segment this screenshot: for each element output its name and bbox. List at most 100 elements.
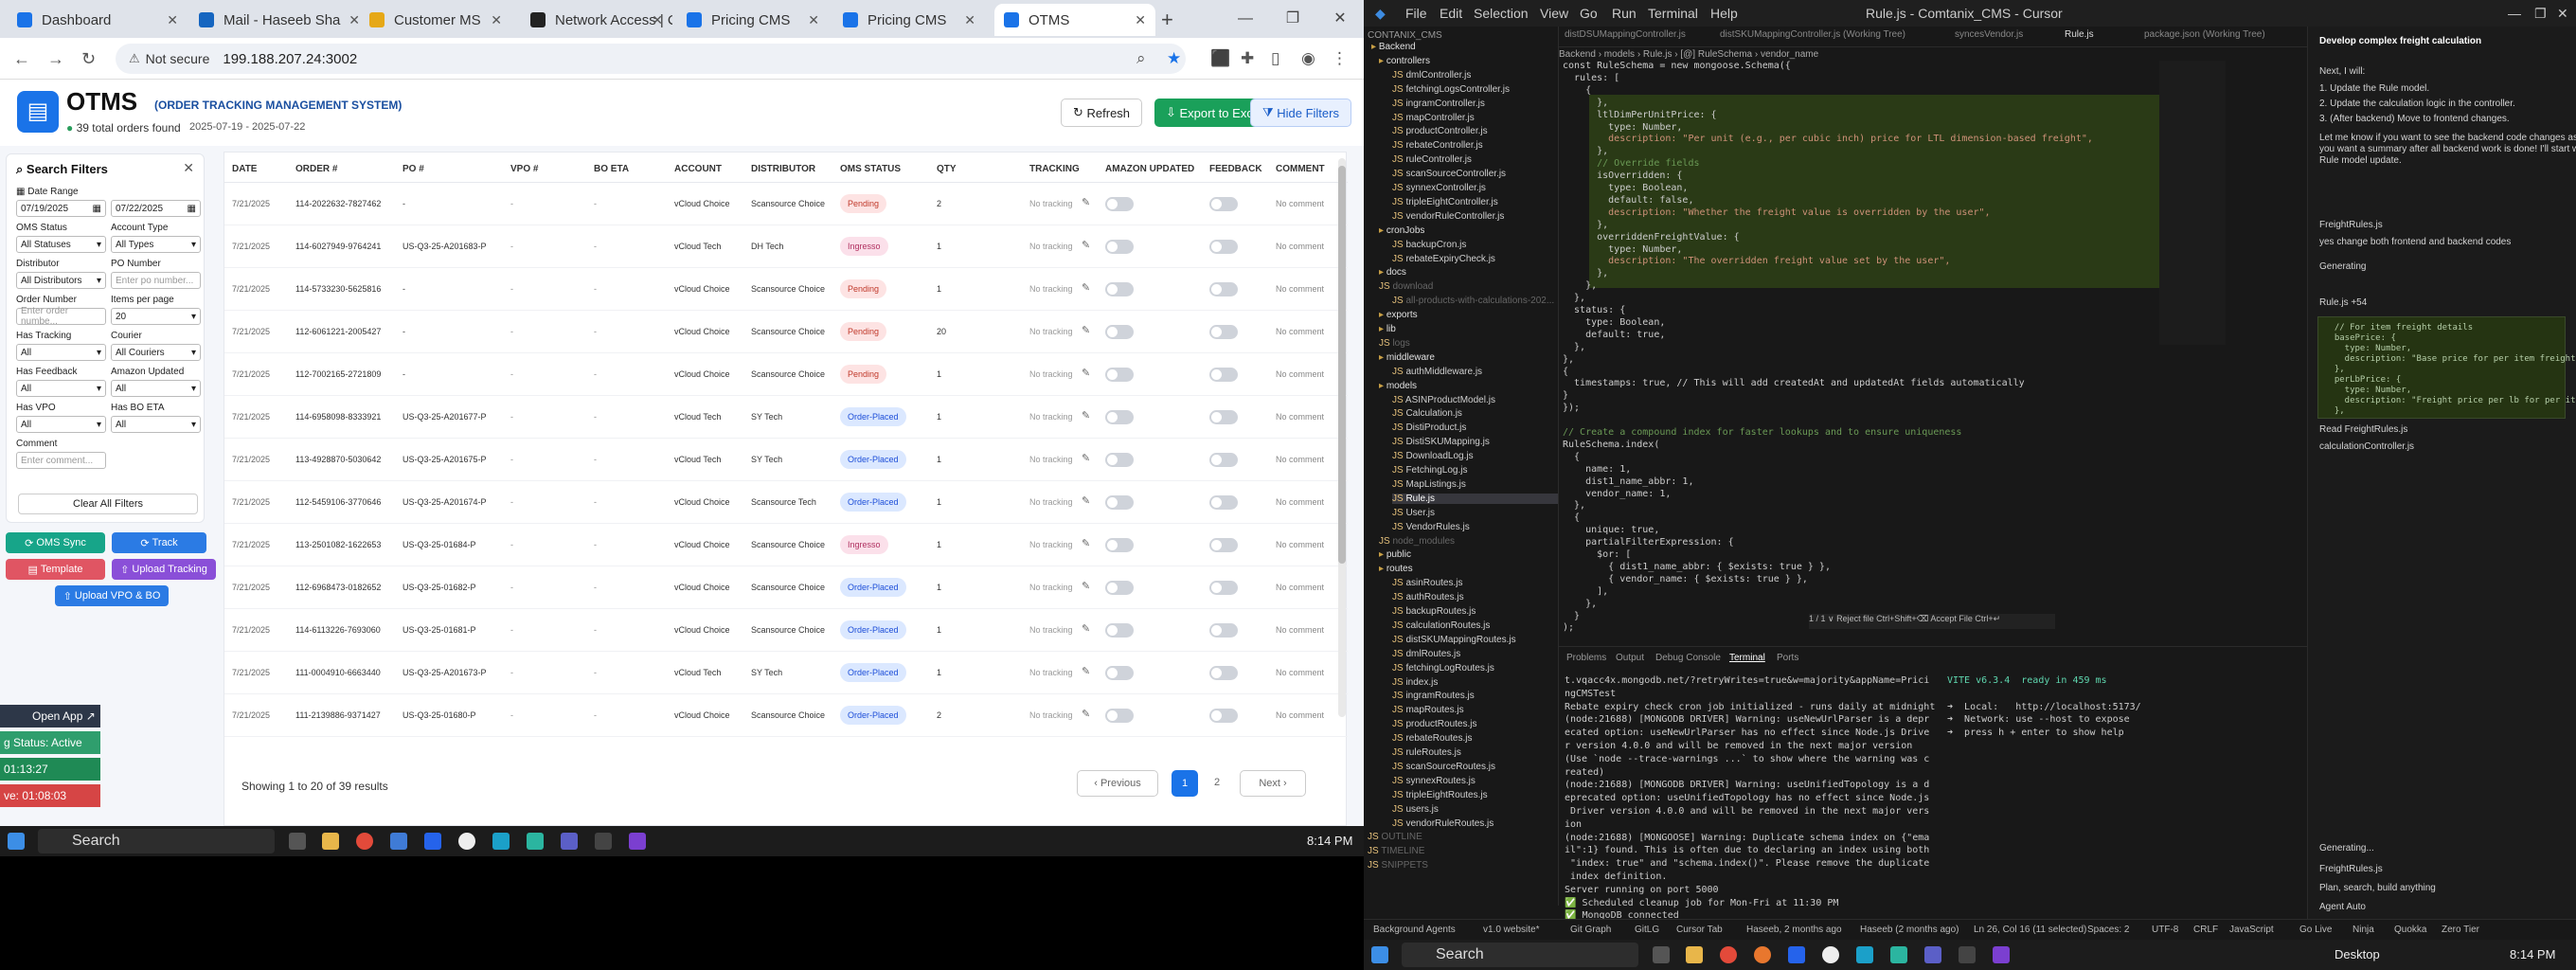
- table-row[interactable]: 7/21/2025 114-5733230-5625816 - - - vCloud Ch…: [224, 268, 1348, 311]
- cell-order[interactable]: 111-0004910-6663440: [295, 668, 381, 677]
- explorer-file[interactable]: JS synnexRoutes.js: [1392, 776, 1476, 786]
- teams-icon[interactable]: [1924, 946, 1941, 963]
- code-line[interactable]: $or: [: [1563, 549, 1631, 563]
- cell-order[interactable]: 112-5459106-3770646: [295, 497, 381, 507]
- explorer-file[interactable]: JS scanSourceController.js: [1392, 169, 1506, 179]
- new-tab-button[interactable]: +: [1161, 8, 1173, 32]
- items-per-page-select[interactable]: 20 ▾: [111, 308, 201, 325]
- profile-icon[interactable]: ◉: [1301, 49, 1315, 68]
- explorer-file[interactable]: JS rebateExpiryCheck.js: [1392, 254, 1495, 264]
- minimize-icon[interactable]: —: [1222, 0, 1269, 38]
- zoom-icon[interactable]: ⌕: [1136, 49, 1146, 68]
- cell-comment[interactable]: No comment: [1276, 199, 1324, 208]
- explorer-file[interactable]: JS authRoutes.js: [1392, 592, 1464, 602]
- code-line[interactable]: unique: true,: [1563, 525, 1659, 538]
- amazon-updated-toggle[interactable]: [1105, 368, 1134, 382]
- code-line[interactable]: description: "Per unit (e.g., per cubic …: [1563, 134, 2093, 147]
- has-feedback-select[interactable]: All ▾: [16, 380, 106, 397]
- col-po[interactable]: PO #: [402, 164, 424, 174]
- explorer-file[interactable]: JS FetchingLog.js: [1392, 465, 1468, 476]
- app-icon[interactable]: [390, 833, 407, 850]
- editor-tab[interactable]: distSKUMappingController.js (Working Tre…: [1720, 29, 1905, 40]
- feedback-toggle[interactable]: [1209, 538, 1238, 552]
- explorer-file[interactable]: JS asinRoutes.js: [1392, 578, 1462, 588]
- explorer-folder[interactable]: ▸ public: [1379, 549, 1411, 560]
- minimap[interactable]: [2159, 61, 2226, 345]
- amazon-updated-toggle[interactable]: [1105, 453, 1134, 467]
- cell-comment[interactable]: No comment: [1276, 583, 1324, 592]
- menu-go[interactable]: Go: [1580, 6, 1598, 21]
- clock-right[interactable]: 8:14 PM: [2510, 947, 2555, 961]
- explorer-file[interactable]: JS vendorRuleController.js: [1392, 211, 1504, 222]
- code-line[interactable]: },: [1563, 354, 1574, 368]
- edit-pencil-icon[interactable]: ✎: [1082, 537, 1090, 549]
- cell-comment[interactable]: No comment: [1276, 412, 1324, 422]
- edit-pencil-icon[interactable]: ✎: [1082, 239, 1090, 251]
- browser-tab-otms[interactable]: OTMS ✕: [994, 4, 1155, 36]
- code-line[interactable]: default: true,: [1563, 330, 1665, 343]
- cell-comment[interactable]: No comment: [1276, 497, 1324, 507]
- explorer-file[interactable]: JS Rule.js: [1392, 493, 1558, 504]
- table-row[interactable]: 7/21/2025 114-6958098-8333921 US-Q3-25-A20…: [224, 396, 1348, 439]
- edit-pencil-icon[interactable]: ✎: [1082, 409, 1090, 422]
- code-line[interactable]: },: [1563, 280, 1597, 294]
- explorer-file[interactable]: JS dmlRoutes.js: [1392, 649, 1460, 659]
- app-icon[interactable]: [1856, 946, 1873, 963]
- maximize-icon[interactable]: ❐: [1269, 0, 1316, 38]
- code-line[interactable]: },: [1563, 342, 1585, 355]
- explorer-file[interactable]: JS DownloadLog.js: [1392, 451, 1474, 461]
- table-row[interactable]: 7/21/2025 113-4928870-5030642 US-Q3-25-A20…: [224, 439, 1348, 481]
- amazon-updated-toggle[interactable]: [1105, 666, 1134, 680]
- code-line[interactable]: type: Boolean,: [1563, 183, 1688, 196]
- col-account[interactable]: ACCOUNT: [674, 164, 722, 174]
- explorer-file[interactable]: JS fetchingLogRoutes.js: [1392, 663, 1494, 674]
- feedback-toggle[interactable]: [1209, 581, 1238, 595]
- table-row[interactable]: 7/21/2025 114-6113226-7693060 US-Q3-25-016…: [224, 609, 1348, 652]
- taskbar-search[interactable]: Search: [38, 829, 275, 853]
- status-item[interactable]: v1.0 website*: [1483, 925, 1539, 935]
- code-line[interactable]: },: [1563, 98, 1608, 111]
- feedback-toggle[interactable]: [1209, 197, 1238, 211]
- diff-action-bar[interactable]: 1 / 1 ∨ Reject file Ctrl+Shift+⌫ Accept …: [1809, 614, 2055, 629]
- col-qty[interactable]: QTY: [937, 164, 957, 174]
- onenote-icon[interactable]: [1993, 946, 2010, 963]
- explorer-file[interactable]: JS rebateRoutes.js: [1392, 733, 1473, 744]
- menu-file[interactable]: File: [1405, 6, 1427, 21]
- status-item[interactable]: GitLG: [1635, 925, 1659, 935]
- tab-close-icon[interactable]: ✕: [349, 12, 360, 28]
- edit-pencil-icon[interactable]: ✎: [1082, 622, 1090, 635]
- code-line[interactable]: type: Boolean,: [1563, 317, 1665, 331]
- amazon-updated-toggle[interactable]: [1105, 325, 1134, 339]
- task-view-icon[interactable]: [1653, 946, 1670, 963]
- tab-close-icon[interactable]: ✕: [964, 12, 975, 28]
- next-page-button[interactable]: Next ›: [1240, 770, 1306, 797]
- browser-tab-network-access[interactable]: Network Access | C ✕: [521, 4, 672, 36]
- oms-status-select[interactable]: All Statuses ▾: [16, 236, 106, 253]
- table-row[interactable]: 7/21/2025 114-2022632-7827462 - - - vCloud Ch…: [224, 183, 1348, 225]
- explorer-file[interactable]: JS productController.js: [1392, 126, 1488, 136]
- browser-tab-dashboard[interactable]: Dashboard ✕: [8, 4, 188, 36]
- status-item[interactable]: Zero Tier: [2442, 925, 2479, 935]
- amazon-updated-toggle[interactable]: [1105, 709, 1134, 723]
- explorer-folder[interactable]: ▸ models: [1379, 381, 1417, 391]
- explorer-folder[interactable]: ▸ routes: [1379, 564, 1413, 574]
- explorer-file[interactable]: JS distSKUMappingRoutes.js: [1392, 635, 1516, 645]
- status-item[interactable]: CRLF: [2193, 925, 2218, 935]
- code-line[interactable]: name: 1,: [1563, 464, 1631, 477]
- url-input[interactable]: ⚠ Not secure 199.188.207.24:3002: [116, 44, 1186, 74]
- table-scrollbar[interactable]: [1338, 158, 1346, 717]
- col-vpo[interactable]: VPO #: [510, 164, 538, 174]
- app-icon[interactable]: [1754, 946, 1771, 963]
- code-line[interactable]: },: [1563, 293, 1585, 306]
- explorer-file[interactable]: JS logs: [1379, 338, 1410, 349]
- editor-tab[interactable]: distDSUMappingController.js: [1565, 29, 1686, 40]
- cell-comment[interactable]: No comment: [1276, 284, 1324, 294]
- code-line[interactable]: },: [1563, 500, 1585, 513]
- app-icon[interactable]: [1890, 946, 1907, 963]
- cell-comment[interactable]: No comment: [1276, 668, 1324, 677]
- oms-sync-button[interactable]: ⟳ OMS Sync: [6, 532, 105, 553]
- date-from-input[interactable]: 07/19/2025 ▦: [16, 200, 106, 217]
- table-row[interactable]: 7/21/2025 111-2139886-9371427 US-Q3-25-016…: [224, 694, 1348, 737]
- edit-pencil-icon[interactable]: ✎: [1082, 367, 1090, 379]
- more-menu-icon[interactable]: ⋮: [1332, 49, 1348, 68]
